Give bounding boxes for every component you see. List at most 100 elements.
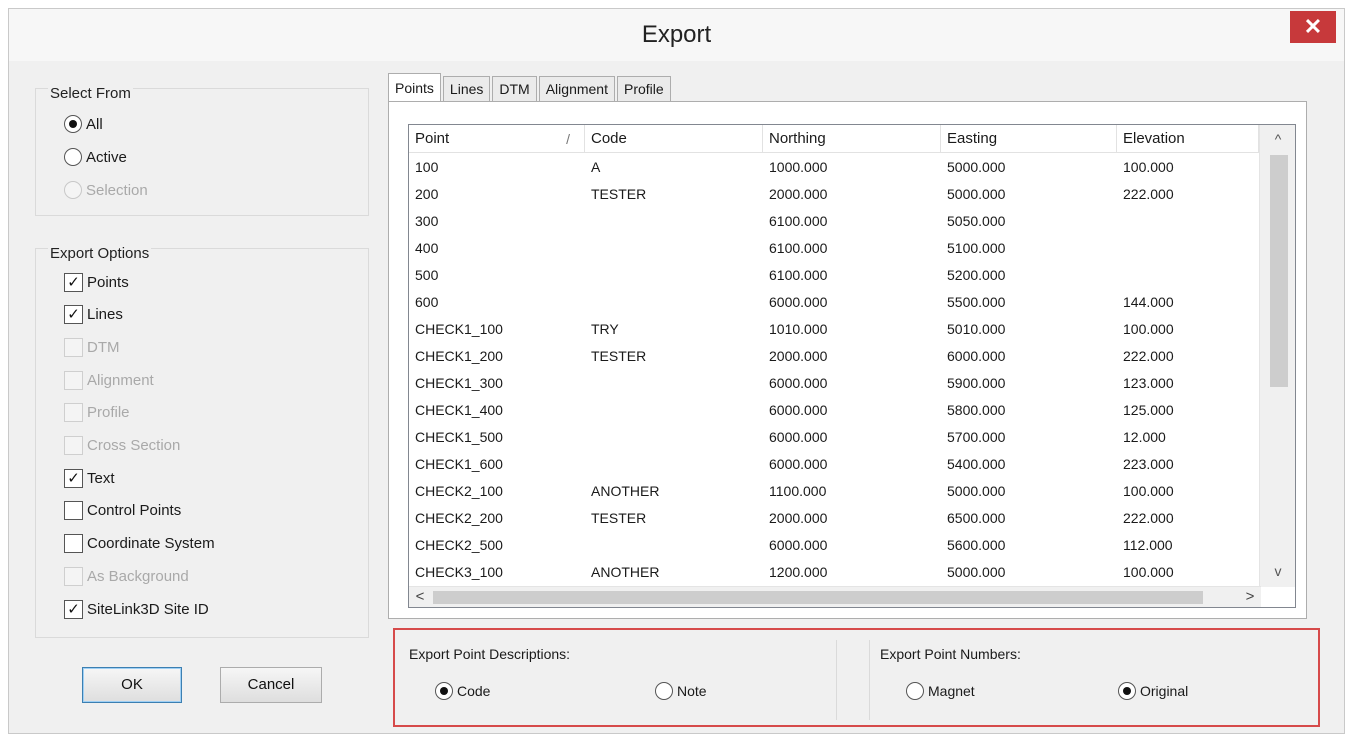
scroll-right-icon[interactable]: >	[1239, 587, 1261, 607]
radio-magnet-label: Magnet	[928, 683, 975, 699]
table-cell: 100	[415, 159, 439, 175]
export-option-points[interactable]: ✓ Points	[64, 270, 129, 294]
tab-profile[interactable]: Profile	[616, 76, 671, 102]
table-row[interactable]: CHECK2_500 6000.000 5600.000 112.000	[409, 532, 1259, 559]
export-option-text[interactable]: ✓ Text	[64, 466, 115, 490]
table-cell	[585, 370, 763, 397]
tab-alignment[interactable]: Alignment	[538, 76, 615, 102]
radio-code[interactable]: Code	[435, 682, 490, 700]
radio-active-indicator[interactable]	[64, 148, 82, 166]
table-cell: 500	[415, 267, 439, 283]
radio-note-indicator[interactable]	[655, 682, 673, 700]
tab-dtm[interactable]: DTM	[492, 76, 537, 102]
table-cell: CHECK1_600	[415, 456, 503, 472]
ok-button[interactable]: OK	[82, 667, 182, 703]
column-header-code[interactable]: Code	[585, 125, 763, 153]
checkbox[interactable]	[64, 501, 83, 521]
export-option-sitelink3d-site-id[interactable]: ✓ SiteLink3D Site ID	[64, 597, 209, 621]
table-cell: 5400.000	[947, 456, 1006, 472]
column-header-point[interactable]: Point /	[409, 125, 585, 153]
table-cell: 5000.000	[947, 564, 1006, 580]
table-row[interactable]: CHECK1_200 TESTER 2000.000 6000.000 222.000	[409, 343, 1259, 370]
radio-active[interactable]: Active	[64, 145, 127, 169]
table-cell: 5050.000	[947, 213, 1006, 229]
radio-note[interactable]: Note	[655, 682, 707, 700]
table-row[interactable]: 200 TESTER 2000.000 5000.000 222.000	[409, 181, 1259, 208]
column-header-northing[interactable]: Northing	[763, 125, 941, 153]
table-cell: 2000.000	[769, 510, 828, 526]
column-header-easting[interactable]: Easting	[941, 125, 1117, 153]
horizontal-scrollbar[interactable]: < >	[409, 586, 1261, 607]
point-numbers-label: Export Point Numbers:	[880, 646, 1021, 662]
table-cell: 600	[415, 294, 439, 310]
checkmark-icon[interactable]: ✓	[64, 272, 83, 292]
points-table[interactable]: Point / Code Northing Easting Elevation 1…	[408, 124, 1296, 608]
checkmark-icon[interactable]: ✓	[64, 305, 83, 325]
export-option-coordinate-system[interactable]: Coordinate System	[64, 532, 215, 556]
table-row[interactable]: CHECK1_100 TRY 1010.000 5010.000 100.000	[409, 316, 1259, 343]
table-cell	[585, 451, 763, 478]
export-settings-highlight: Export Point Descriptions: Code Note Exp…	[393, 628, 1320, 727]
table-cell	[585, 289, 763, 316]
radio-code-indicator[interactable]	[435, 682, 453, 700]
close-icon: ✕	[1303, 14, 1323, 39]
vertical-scrollbar[interactable]: ^ v	[1259, 125, 1295, 587]
export-option-label: Coordinate System	[87, 535, 215, 553]
table-cell: CHECK1_300	[415, 375, 503, 391]
table-cell: 1100.000	[769, 483, 827, 499]
table-cell	[1117, 262, 1259, 289]
table-cell	[1117, 235, 1259, 262]
table-cell: TRY	[591, 321, 619, 337]
table-row[interactable]: 500 6100.000 5200.000	[409, 262, 1259, 289]
table-cell: ANOTHER	[591, 564, 660, 580]
radio-original-indicator[interactable]	[1118, 682, 1136, 700]
table-cell: 2000.000	[769, 348, 828, 364]
table-cell: 5000.000	[947, 186, 1006, 202]
export-options-label: Export Options	[48, 245, 152, 262]
scroll-left-icon[interactable]: <	[409, 587, 431, 607]
table-cell: 6500.000	[947, 510, 1006, 526]
column-header-elevation[interactable]: Elevation	[1117, 125, 1259, 153]
table-row[interactable]: 100 A 1000.000 5000.000 100.000	[409, 154, 1259, 181]
table-row[interactable]: 400 6100.000 5100.000	[409, 235, 1259, 262]
radio-original[interactable]: Original	[1118, 682, 1188, 700]
table-row[interactable]: 600 6000.000 5500.000 144.000	[409, 289, 1259, 316]
close-button[interactable]: ✕	[1290, 11, 1336, 43]
table-row[interactable]: CHECK1_400 6000.000 5800.000 125.000	[409, 397, 1259, 424]
table-cell: 6000.000	[947, 348, 1006, 364]
checkbox	[64, 403, 83, 423]
table-cell: CHECK1_100	[415, 321, 503, 337]
scroll-up-icon[interactable]: ^	[1260, 125, 1295, 153]
radio-selection-indicator	[64, 181, 82, 199]
export-option-control-points[interactable]: Control Points	[64, 499, 181, 523]
table-header: Point / Code Northing Easting Elevation	[409, 125, 1295, 153]
vertical-scroll-thumb[interactable]	[1270, 155, 1288, 387]
export-option-lines[interactable]: ✓ Lines	[64, 303, 123, 327]
horizontal-scroll-thumb[interactable]	[433, 591, 1203, 604]
checkmark-icon[interactable]: ✓	[64, 468, 83, 488]
table-cell: 6000.000	[769, 537, 828, 553]
table-cell: 123.000	[1123, 375, 1174, 391]
cancel-button[interactable]: Cancel	[220, 667, 322, 703]
table-row[interactable]: CHECK2_200 TESTER 2000.000 6500.000 222.000	[409, 505, 1259, 532]
scroll-down-icon[interactable]: v	[1260, 557, 1295, 585]
table-cell: 6000.000	[769, 375, 828, 391]
table-row[interactable]: CHECK1_300 6000.000 5900.000 123.000	[409, 370, 1259, 397]
checkmark-icon[interactable]: ✓	[64, 599, 83, 619]
export-option-cross-section: Cross Section	[64, 434, 180, 458]
table-cell	[585, 397, 763, 424]
table-row[interactable]: CHECK2_100 ANOTHER 1100.000 5000.000 100.000	[409, 478, 1259, 505]
radio-all[interactable]: All	[64, 112, 103, 136]
table-row[interactable]: CHECK1_500 6000.000 5700.000 12.000	[409, 424, 1259, 451]
checkbox[interactable]	[64, 534, 83, 554]
radio-magnet-indicator[interactable]	[906, 682, 924, 700]
radio-magnet[interactable]: Magnet	[906, 682, 975, 700]
radio-all-indicator[interactable]	[64, 115, 82, 133]
table-row[interactable]: CHECK1_600 6000.000 5400.000 223.000	[409, 451, 1259, 478]
radio-selection-label: Selection	[86, 181, 148, 199]
tab-points[interactable]: Points	[388, 73, 441, 103]
table-cell: 2000.000	[769, 186, 828, 202]
table-row[interactable]: 300 6100.000 5050.000	[409, 208, 1259, 235]
table-row[interactable]: CHECK3_100 ANOTHER 1200.000 5000.000 100.000	[409, 559, 1259, 586]
tab-lines[interactable]: Lines	[442, 76, 491, 102]
